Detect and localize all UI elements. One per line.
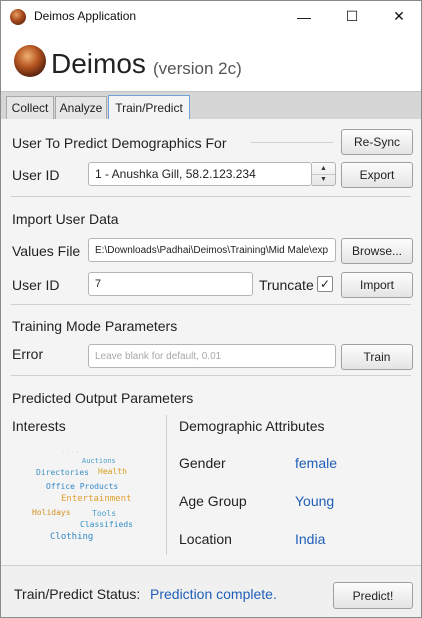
output-heading: Predicted Output Parameters xyxy=(12,390,194,406)
user-id-select[interactable]: 1 - Anushka Gill, 58.2.123.234 xyxy=(88,162,312,186)
divider xyxy=(11,304,411,305)
import-user-id-label: User ID xyxy=(12,277,60,293)
cloud-word: Health xyxy=(98,467,127,476)
cloud-word: · · · · · xyxy=(62,450,84,455)
cloud-word: Entertainment xyxy=(61,494,132,504)
status-value: Prediction complete. xyxy=(150,586,277,602)
interests-word-cloud: · · · · · Auctions Directories Health Of… xyxy=(26,446,146,546)
maximize-button[interactable]: ☐ xyxy=(329,1,375,32)
divider xyxy=(251,142,333,143)
app-header: Deimos (version 2c) xyxy=(1,32,421,91)
window-title: Deimos Application xyxy=(34,9,137,23)
gender-label: Gender xyxy=(179,455,226,471)
truncate-label: Truncate xyxy=(259,277,314,293)
predict-user-heading: User To Predict Demographics For xyxy=(12,135,227,151)
error-label: Error xyxy=(12,346,44,362)
app-logo-icon xyxy=(10,9,26,25)
interests-label: Interests xyxy=(12,418,66,434)
status-bar: Train/Predict Status: Prediction complet… xyxy=(1,565,421,617)
predict-button[interactable]: Predict! xyxy=(333,582,413,609)
browse-button[interactable]: Browse... xyxy=(341,238,413,264)
minimize-button[interactable]: — xyxy=(281,1,327,32)
import-user-id-input[interactable]: 7 xyxy=(88,272,253,296)
import-button[interactable]: Import xyxy=(341,272,413,298)
export-button[interactable]: Export xyxy=(341,162,413,188)
train-button[interactable]: Train xyxy=(341,344,413,370)
tab-analyze[interactable]: Analyze xyxy=(55,96,107,119)
tab-collect[interactable]: Collect xyxy=(6,96,54,119)
app-window: Deimos Application — ☐ ✕ Deimos (version… xyxy=(0,0,422,618)
maximize-icon: ☐ xyxy=(345,8,359,24)
location-value: India xyxy=(295,531,326,547)
user-id-label: User ID xyxy=(12,167,60,183)
values-file-input[interactable]: E:\Downloads\Padhai\Deimos\Training\Mid … xyxy=(88,238,336,262)
app-logo-icon xyxy=(14,45,46,77)
import-heading: Import User Data xyxy=(12,211,119,227)
divider xyxy=(11,196,411,197)
training-heading: Training Mode Parameters xyxy=(12,318,178,334)
tab-bar: Collect Analyze Train/Predict xyxy=(1,91,421,121)
user-id-spinner[interactable]: ▲ ▼ xyxy=(312,162,336,186)
error-input[interactable]: Leave blank for default, 0.01 xyxy=(88,344,336,368)
app-name: Deimos xyxy=(51,48,146,79)
close-icon: ✕ xyxy=(393,8,405,24)
title-bar: Deimos Application — ☐ ✕ xyxy=(1,1,421,32)
cloud-word: Office Products xyxy=(46,482,119,491)
close-button[interactable]: ✕ xyxy=(376,1,421,32)
app-version: (version 2c) xyxy=(153,59,242,78)
cloud-word: Auctions xyxy=(82,457,116,465)
cloud-word: Classifieds xyxy=(80,520,133,529)
truncate-checkbox[interactable]: ✓ xyxy=(317,276,333,292)
cloud-word: Directories xyxy=(36,468,89,477)
tab-train-predict[interactable]: Train/Predict xyxy=(108,95,190,120)
cloud-word: Holidays xyxy=(32,508,71,517)
cloud-word: Clothing xyxy=(50,532,94,542)
cloud-word: Tools xyxy=(92,509,117,518)
gender-value: female xyxy=(295,455,338,471)
location-label: Location xyxy=(179,531,232,547)
resync-button[interactable]: Re-Sync xyxy=(341,129,413,155)
demographics-label: Demographic Attributes xyxy=(179,418,325,434)
divider xyxy=(166,415,167,555)
spinner-down-icon[interactable]: ▼ xyxy=(312,174,335,185)
age-group-label: Age Group xyxy=(179,493,247,509)
status-label: Train/Predict Status: xyxy=(14,586,141,602)
values-file-label: Values File xyxy=(12,243,81,259)
age-group-value: Young xyxy=(295,493,335,509)
minimize-icon: — xyxy=(297,8,311,25)
divider xyxy=(11,375,411,376)
